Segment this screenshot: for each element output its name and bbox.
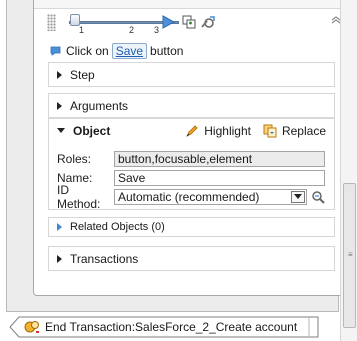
expand-arrow-icon[interactable] — [57, 254, 62, 263]
tools-icon[interactable] — [200, 15, 216, 29]
section-step[interactable]: Step — [48, 62, 335, 87]
roles-label: Roles: — [57, 152, 92, 166]
replace-icon — [263, 124, 277, 137]
slider-tick-1: 1 — [79, 25, 85, 35]
end-transaction-icon — [24, 321, 39, 333]
scrollbar-thumb[interactable]: ≡ — [343, 183, 356, 328]
section-arguments-label: Arguments — [70, 98, 129, 113]
end-transaction-step[interactable]: End Transaction:SalesForce_2_Create acco… — [9, 316, 319, 338]
highlight-pen-icon — [186, 124, 198, 137]
end-transaction-label: End Transaction:SalesForce_2_Create acco… — [45, 320, 298, 334]
replace-label: Replace — [281, 123, 326, 138]
id-method-select[interactable]: Automatic (recommended) — [114, 189, 307, 205]
previous-step-edge — [34, 0, 345, 9]
step-header: 1 2 3 — [34, 10, 345, 36]
section-transactions[interactable]: Transactions — [48, 246, 335, 271]
comment-icon — [50, 46, 61, 56]
section-object-label[interactable]: Object — [73, 124, 110, 138]
step-panel: 4 1 2 3 Click on Save — [6, 0, 345, 312]
slider-tick-2: 2 — [129, 25, 135, 35]
id-method-value: Automatic (recommended) — [118, 190, 260, 204]
section-step-label: Step — [70, 67, 95, 82]
roles-row: Roles: button,focusable,element — [57, 150, 334, 168]
vertical-scrollbar[interactable]: ≡ — [340, 0, 357, 341]
section-object: Object Highlight Replace Roles: button,f… — [48, 118, 335, 211]
section-related-label: Related Objects (0) — [70, 221, 165, 233]
drag-handle-icon[interactable] — [47, 14, 56, 31]
expand-arrow-icon[interactable] — [57, 223, 62, 231]
section-arguments[interactable]: Arguments — [48, 93, 335, 118]
section-transactions-label: Transactions — [70, 251, 139, 266]
play-icon[interactable] — [161, 15, 175, 29]
id-method-label: ID Method: — [57, 183, 101, 211]
expand-arrow-icon[interactable] — [57, 101, 62, 110]
object-spy-icon[interactable] — [311, 190, 325, 204]
description-prefix: Click on — [66, 44, 109, 58]
loop-icon[interactable] — [182, 15, 196, 29]
description-suffix: button — [150, 44, 184, 58]
step-description: Click on Save button — [50, 43, 183, 59]
step-card: 1 2 3 Click on Save button Step Argument… — [33, 0, 345, 296]
section-related-objects[interactable]: Related Objects (0) — [48, 217, 335, 237]
object-link[interactable]: Save — [111, 43, 148, 59]
id-method-row: ID Method: Automatic (recommended) — [57, 183, 334, 211]
expand-arrow-icon[interactable] — [57, 70, 62, 79]
name-field[interactable]: Save — [114, 170, 325, 186]
replace-button[interactable]: Replace — [263, 124, 326, 138]
scroll-grip-icon: ≡ — [348, 250, 353, 259]
highlight-label: Highlight — [204, 123, 251, 138]
collapse-arrow-icon[interactable] — [57, 128, 65, 133]
slider-tick-3: 3 — [154, 25, 160, 35]
roles-field: button,focusable,element — [114, 151, 325, 167]
highlight-button[interactable]: Highlight — [185, 124, 251, 138]
chevron-down-icon[interactable] — [291, 191, 305, 203]
